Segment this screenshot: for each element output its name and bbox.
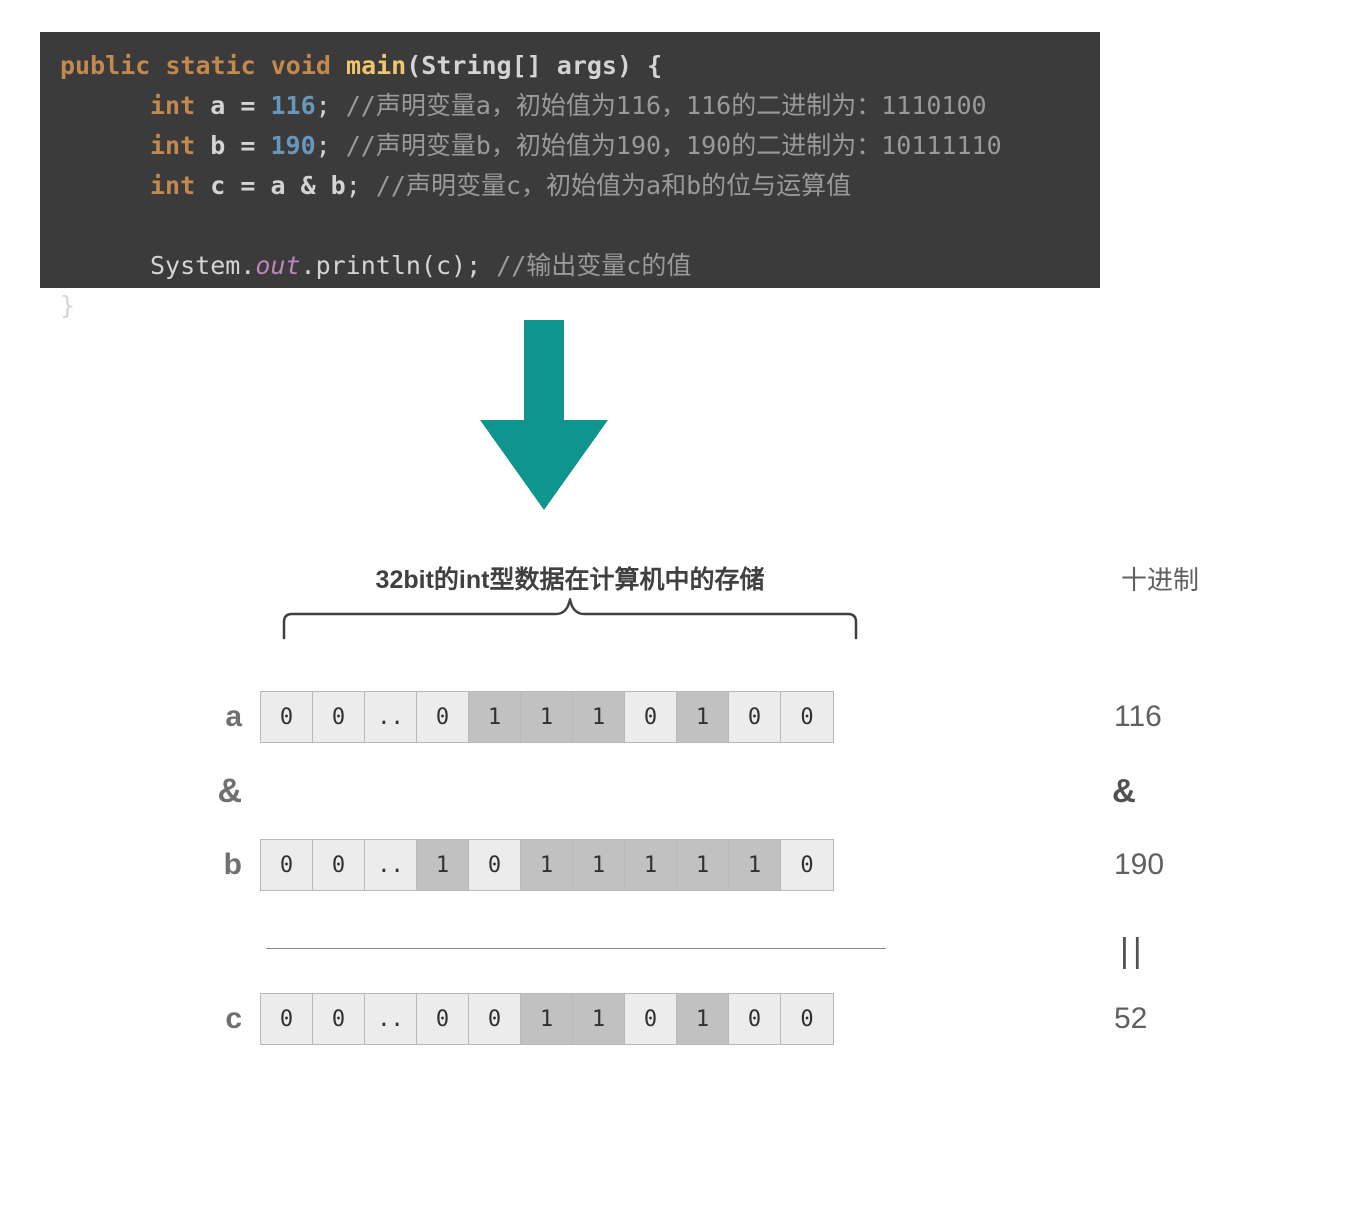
- bit-cell: 0: [781, 840, 833, 890]
- bit-cell: 1: [625, 840, 677, 890]
- bit-cell: 1: [573, 692, 625, 742]
- bit-cell: 0: [625, 692, 677, 742]
- bit-cell: 0: [729, 994, 781, 1044]
- bit-cell: 1: [469, 692, 521, 742]
- row-a-bits: 00..01110100: [260, 691, 834, 743]
- row-b-bits: 00..10111110: [260, 839, 834, 891]
- bit-cell: 1: [573, 994, 625, 1044]
- code-line-2: int a = 116; //声明变量a，初始值为116，116的二进制为：11…: [60, 86, 1080, 126]
- bit-cell: 1: [417, 840, 469, 890]
- row-c-dec: 52: [834, 1002, 1358, 1036]
- bit-cell: 0: [469, 840, 521, 890]
- decimal-header: 十进制: [1100, 560, 1220, 597]
- bit-cell: 0: [781, 994, 833, 1044]
- row-a-dec: 116: [834, 700, 1358, 734]
- row-b-label: b: [0, 848, 260, 882]
- row-op-dec: &: [832, 772, 1358, 810]
- bit-cell: ..: [365, 840, 417, 890]
- brace-icon: [280, 598, 860, 642]
- bit-cell: 0: [261, 840, 313, 890]
- bit-diagram: 32bit的int型数据在计算机中的存储 十进制 a 00..01110100 …: [0, 560, 1358, 1046]
- bit-cell: 0: [469, 994, 521, 1044]
- bit-cell: 0: [261, 994, 313, 1044]
- bit-cell: 1: [677, 994, 729, 1044]
- bit-cell: 0: [625, 994, 677, 1044]
- divider-row: ||: [0, 922, 1358, 972]
- bit-cell: 0: [313, 692, 365, 742]
- row-op: & &: [0, 764, 1358, 818]
- row-op-label: &: [0, 772, 260, 811]
- bit-cell: 0: [781, 692, 833, 742]
- bit-cell: 1: [729, 840, 781, 890]
- arrow-down-icon: [480, 320, 608, 510]
- bit-cell: 1: [677, 692, 729, 742]
- code-line-4: int c = a & b; //声明变量c，初始值为a和b的位与运算值: [60, 166, 1080, 206]
- row-c-bits: 00..00110100: [260, 993, 834, 1045]
- bit-cell: 0: [417, 994, 469, 1044]
- bit-cell: 1: [677, 840, 729, 890]
- bit-cell: ..: [365, 692, 417, 742]
- row-b: b 00..10111110 190: [0, 838, 1358, 892]
- code-line-blank: [60, 206, 1080, 246]
- bit-cell: 1: [521, 840, 573, 890]
- equals-symbol: ||: [1120, 932, 1146, 971]
- bit-cell: 0: [313, 994, 365, 1044]
- brace-label: 32bit的int型数据在计算机中的存储: [280, 560, 860, 596]
- row-a: a 00..01110100 116: [0, 690, 1358, 744]
- row-c-label: c: [0, 1002, 260, 1036]
- bit-cell: 1: [521, 692, 573, 742]
- bit-cell: 1: [521, 994, 573, 1044]
- bit-cell: 0: [261, 692, 313, 742]
- bit-cell: ..: [365, 994, 417, 1044]
- bit-cell: 0: [313, 840, 365, 890]
- diagram-header: 32bit的int型数据在计算机中的存储 十进制: [0, 560, 1358, 640]
- row-c: c 00..00110100 52: [0, 992, 1358, 1046]
- row-b-dec: 190: [834, 848, 1358, 882]
- divider-line: [266, 948, 886, 949]
- code-line-5: System.out.println(c); //输出变量c的值: [60, 246, 1080, 286]
- bit-cell: 1: [573, 840, 625, 890]
- code-line-3: int b = 190; //声明变量b，初始值为190，190的二进制为：10…: [60, 126, 1080, 166]
- bit-cell: 0: [729, 692, 781, 742]
- row-a-label: a: [0, 700, 260, 734]
- bit-cell: 0: [417, 692, 469, 742]
- code-block: public static void main(String[] args) {…: [40, 32, 1100, 288]
- code-line-1: public static void main(String[] args) {: [60, 46, 1080, 86]
